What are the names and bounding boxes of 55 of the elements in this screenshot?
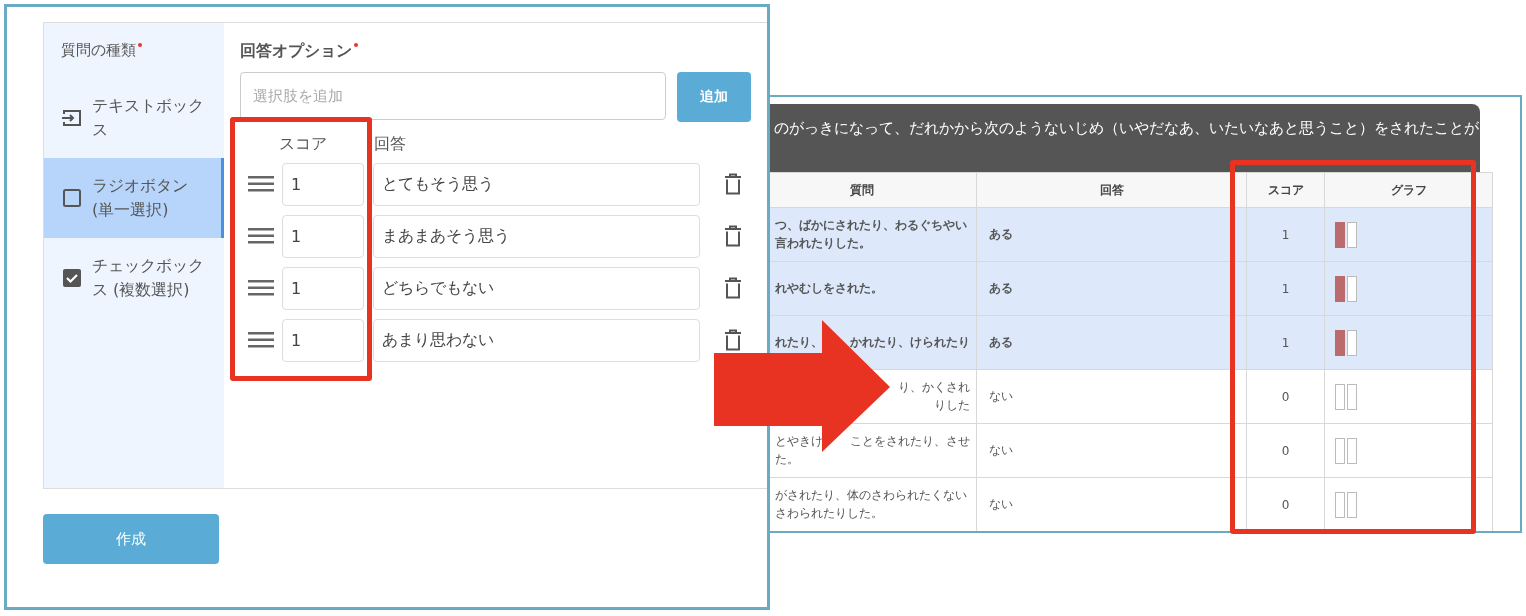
question-text: た。 (775, 450, 799, 468)
answer-text: ある (989, 335, 1013, 349)
add-option-field[interactable]: 選択肢を追加 (240, 72, 666, 120)
column-header: 質問 (850, 182, 874, 197)
question-text: れたり、 (775, 333, 823, 351)
question-text: さわられたりした。 (775, 504, 883, 522)
score-field[interactable]: 1 (282, 162, 364, 206)
question-text: かれたり、けられたり (850, 333, 970, 351)
question-type-item[interactable]: テキストボックス (44, 78, 224, 158)
answer-field[interactable]: とてもそう思う (373, 162, 700, 206)
question-text: つ、ばかにされたり、わるぐちやい (775, 217, 967, 235)
score-field[interactable]: 1 (282, 318, 364, 362)
drag-handle-icon[interactable] (248, 227, 274, 245)
trash-icon[interactable] (724, 173, 742, 195)
answer-text: ある (989, 281, 1013, 295)
question-type-item[interactable]: ラジオボタン(単一選択) (44, 158, 224, 238)
column-header: スコア (1267, 182, 1304, 197)
score-field[interactable]: 1 (282, 214, 364, 258)
question-text: り、かくされ (898, 379, 970, 397)
sidebar-title: 質問の種類 (61, 41, 136, 60)
checked-box-icon (60, 266, 84, 290)
score-text: 1 (1281, 227, 1290, 242)
drag-handle-icon[interactable] (248, 279, 274, 297)
answer-field[interactable]: どちらでもない (373, 266, 700, 310)
column-header: 回答 (1099, 182, 1124, 197)
question-text: れやむしをされた。 (775, 279, 883, 297)
score-text: 1 (1281, 335, 1290, 350)
answer-header: 回答 (374, 134, 406, 155)
answer-text: ない (989, 497, 1013, 511)
question-text: ことをされたり、させ (850, 433, 970, 451)
score-text: 0 (1281, 443, 1290, 458)
drag-handle-icon[interactable] (248, 175, 274, 193)
score-field[interactable]: 1 (282, 266, 364, 310)
question-text: とやきけ (775, 433, 823, 451)
question-text: 言われたりした。 (775, 234, 871, 252)
answer-text: ある (989, 227, 1013, 241)
score-header: スコア (279, 134, 328, 155)
column-header: グラフ (1390, 182, 1427, 197)
question-text: りした (934, 396, 970, 414)
answer-text: ない (989, 389, 1013, 403)
answer-field[interactable]: まあまあそう思う (373, 214, 700, 258)
answer-text: ない (989, 443, 1013, 457)
trash-icon[interactable] (724, 277, 742, 299)
drag-handle-icon[interactable] (248, 331, 274, 349)
score-text: 0 (1281, 497, 1290, 512)
score-text: 1 (1281, 281, 1290, 296)
question-text: のがっきになって、だれかから次のようないじめ（いやだなあ、いたいなあと思うこと）をされたことが (774, 119, 1479, 137)
answer-field[interactable]: あまり思わない (373, 318, 700, 362)
section-title: 回答オプション (240, 41, 352, 62)
question-type-item[interactable]: チェックボックス (複数選択) (44, 238, 224, 318)
empty-square-icon (60, 186, 84, 210)
trash-icon[interactable] (724, 329, 742, 351)
score-text: 0 (1281, 389, 1290, 404)
trash-icon[interactable] (724, 225, 742, 247)
question-text: がされたり、体のさわられたくない (775, 487, 967, 505)
